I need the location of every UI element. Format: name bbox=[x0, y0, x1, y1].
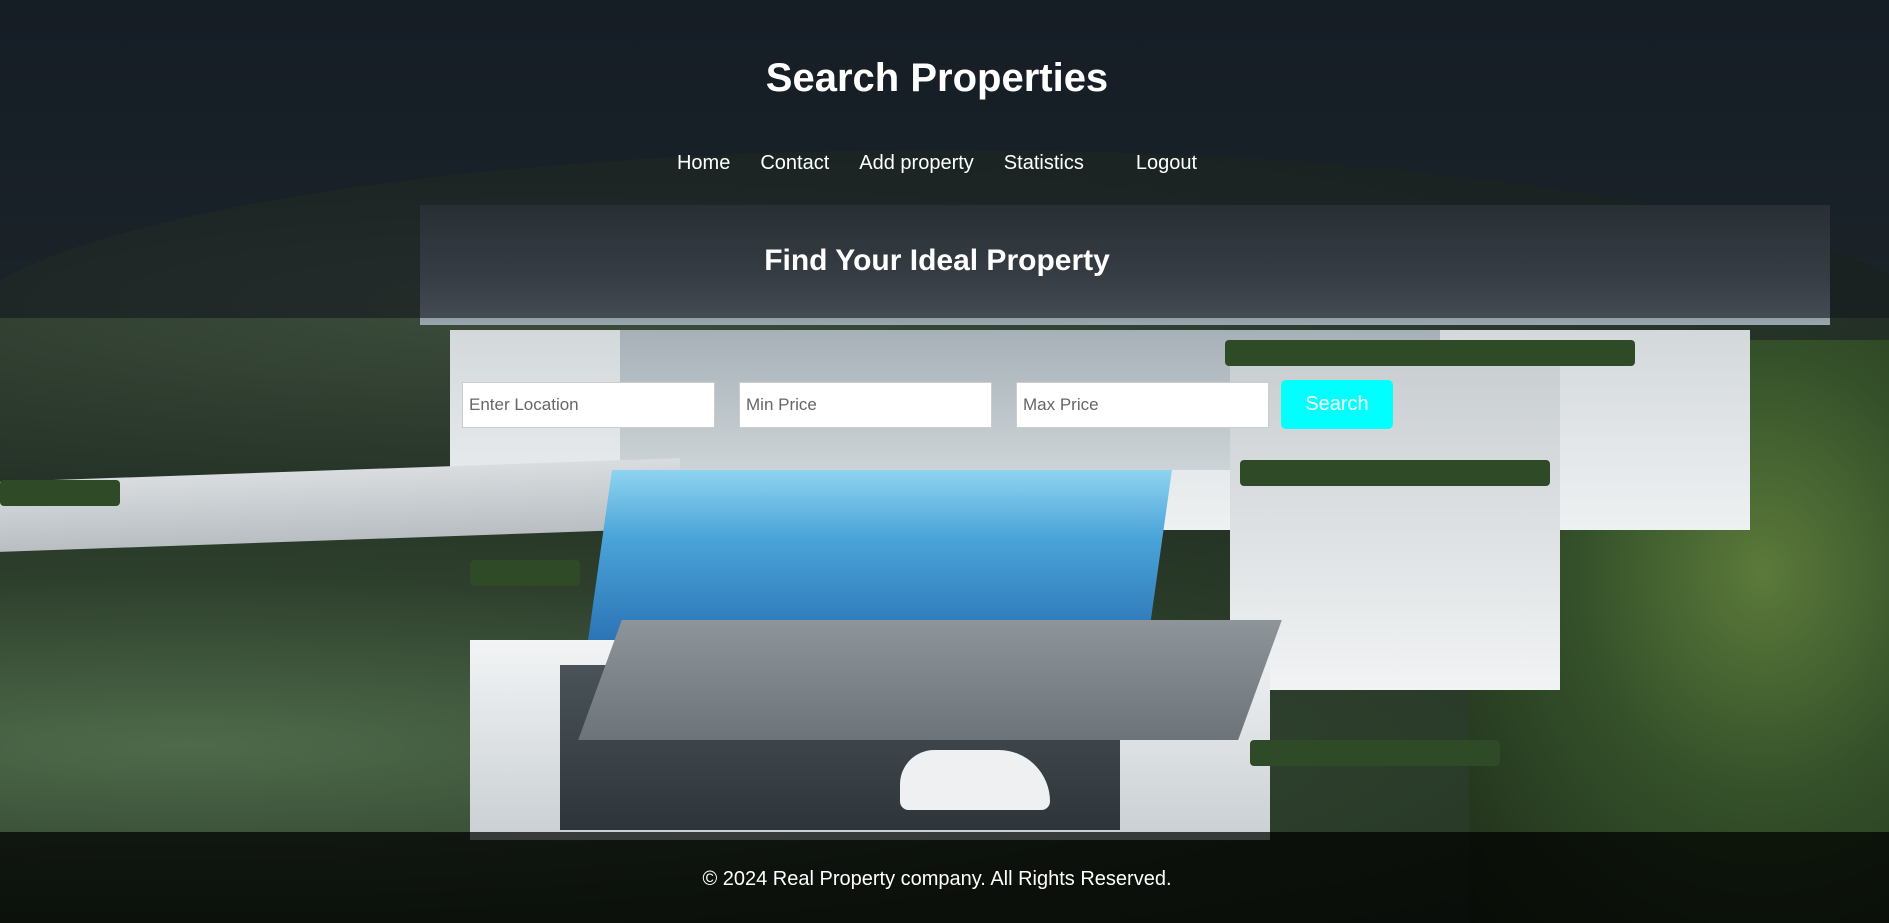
search-button[interactable]: Search bbox=[1281, 380, 1393, 429]
nav-item-contact[interactable]: Contact bbox=[745, 150, 844, 177]
main-nav: Home Contact Add property Statistics Log… bbox=[0, 150, 1874, 177]
nav-item-statistics[interactable]: Statistics bbox=[989, 150, 1099, 177]
nav-item-logout[interactable]: Logout bbox=[1121, 150, 1212, 177]
max-price-input[interactable] bbox=[1016, 381, 1269, 428]
nav-item-home[interactable]: Home bbox=[662, 150, 745, 177]
location-input[interactable] bbox=[462, 381, 715, 428]
property-search-form: Search bbox=[462, 380, 1393, 429]
page-title: Search Properties bbox=[765, 56, 1109, 100]
footer-copyright: © 2024 Real Property company. All Rights… bbox=[702, 868, 1172, 890]
nav-item-add-property[interactable]: Add property bbox=[844, 150, 989, 177]
search-heading: Find Your Ideal Property bbox=[764, 244, 1110, 277]
min-price-input[interactable] bbox=[739, 381, 992, 428]
